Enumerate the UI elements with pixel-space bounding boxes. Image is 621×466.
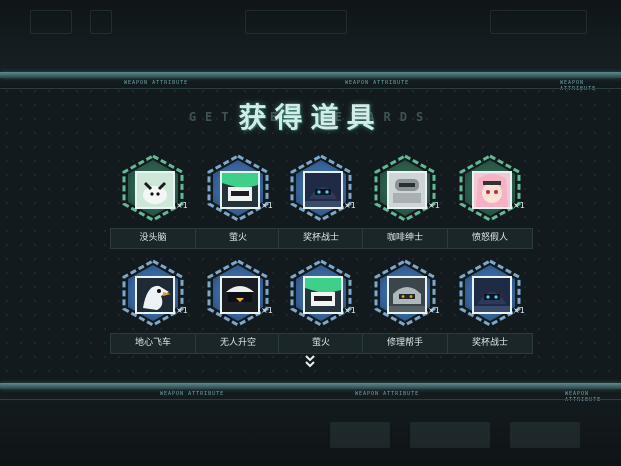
reward-grid: ×1 没头脑 ×1 萤火 ×1 奖杯战士 ×1 咖啡绅士 ×1 愤怒假人 ×1 地心飞车 ×1 无人升空 ×… — [0, 0, 621, 466]
quantity-badge: ×1 — [428, 201, 440, 210]
quantity-badge: ×1 — [176, 201, 188, 210]
character-portrait — [472, 171, 512, 209]
reward-name-label: 地心飞车 — [110, 333, 196, 354]
reward-name-label: 萤火 — [195, 228, 281, 249]
character-portrait — [135, 276, 175, 314]
quantity-badge: ×1 — [344, 306, 356, 315]
chevron-double-down-icon[interactable] — [303, 353, 317, 371]
character-portrait — [472, 276, 512, 314]
character-portrait — [220, 171, 260, 209]
quantity-badge: ×1 — [344, 201, 356, 210]
character-portrait — [387, 276, 427, 314]
reward-name-label: 没头脑 — [110, 228, 196, 249]
reward-name-label: 咖啡绅士 — [362, 228, 448, 249]
character-portrait — [220, 276, 260, 314]
quantity-badge: ×1 — [261, 306, 273, 315]
reward-item[interactable]: ×1 奖杯战士 — [447, 259, 547, 355]
quantity-badge: ×1 — [261, 201, 273, 210]
quantity-badge: ×1 — [428, 306, 440, 315]
character-portrait — [387, 171, 427, 209]
character-portrait — [303, 171, 343, 209]
character-portrait — [303, 276, 343, 314]
reward-name-label: 萤火 — [278, 333, 364, 354]
quantity-badge: ×1 — [176, 306, 188, 315]
quantity-badge: ×1 — [513, 306, 525, 315]
reward-name-label: 无人升空 — [195, 333, 281, 354]
quantity-badge: ×1 — [513, 201, 525, 210]
reward-name-label: 修理帮手 — [362, 333, 448, 354]
reward-item[interactable]: ×1 愤怒假人 — [447, 154, 547, 250]
reward-name-label: 奖杯战士 — [447, 333, 533, 354]
character-portrait — [135, 171, 175, 209]
reward-name-label: 奖杯战士 — [278, 228, 364, 249]
reward-name-label: 愤怒假人 — [447, 228, 533, 249]
